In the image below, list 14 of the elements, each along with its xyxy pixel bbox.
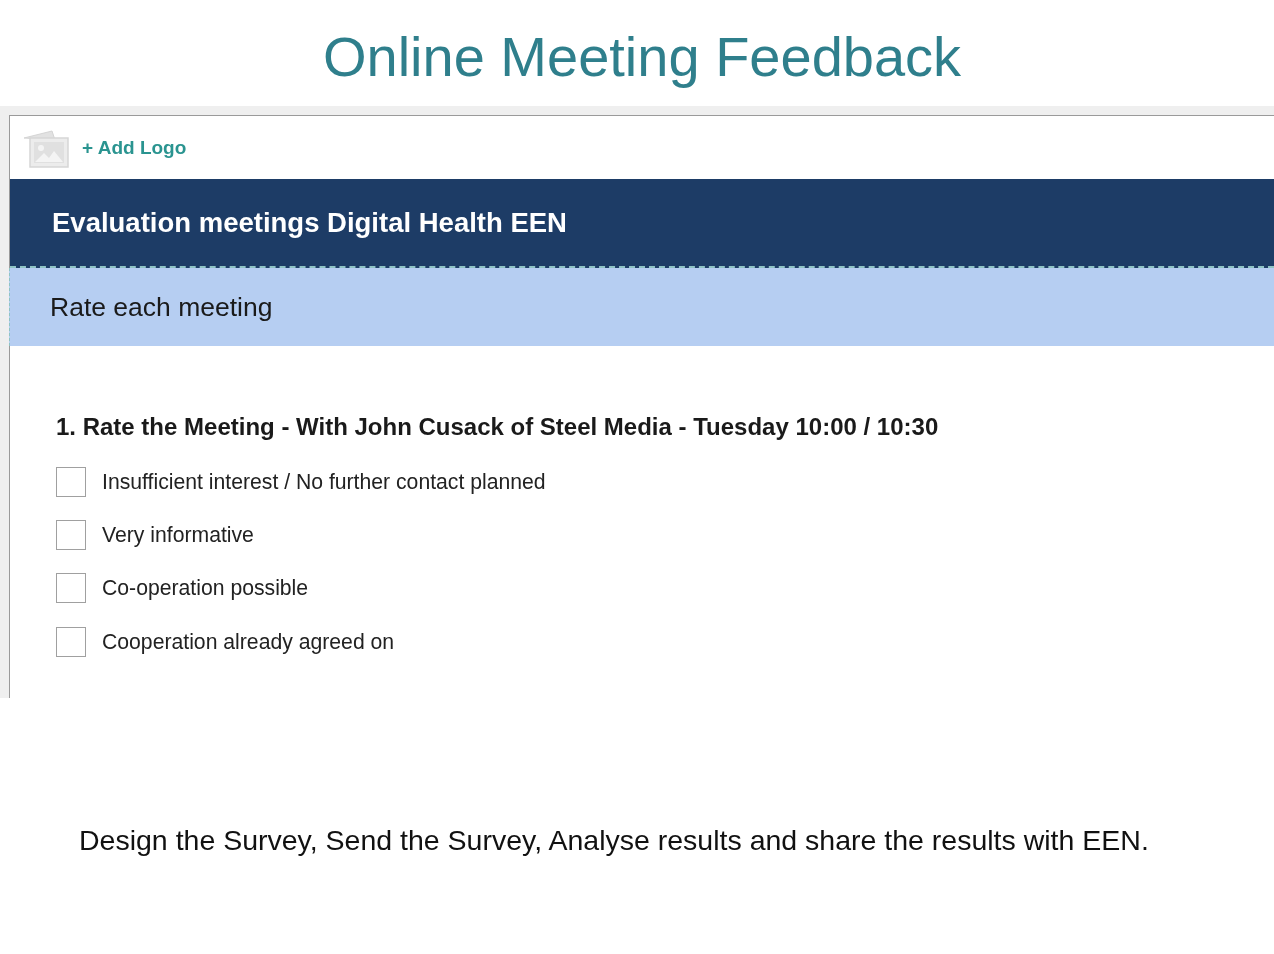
option-label: Very informative	[102, 522, 254, 547]
survey-title: Evaluation meetings Digital Health EEN	[52, 206, 567, 239]
caption-text: Design the Survey, Send the Survey, Analyse results and share the results with EEN.	[79, 824, 1150, 857]
checkbox[interactable]	[56, 626, 86, 657]
option-label: Co-operation possible	[102, 576, 309, 601]
add-logo-link[interactable]: + Add Logo	[82, 136, 187, 159]
question-text: 1. Rate the Meeting - With John Cusack of Steel Media - Tuesday 10:00 / 10:30	[56, 413, 940, 441]
image-placeholder-icon	[22, 127, 69, 168]
option-label: Insufficient interest / No further contact planned	[102, 469, 546, 494]
page-title: Rate each meeting	[50, 291, 273, 323]
checkbox[interactable]	[56, 573, 86, 604]
option-label: Cooperation already agreed on	[102, 629, 395, 654]
checkbox[interactable]	[56, 519, 86, 550]
checkbox[interactable]	[56, 466, 86, 497]
